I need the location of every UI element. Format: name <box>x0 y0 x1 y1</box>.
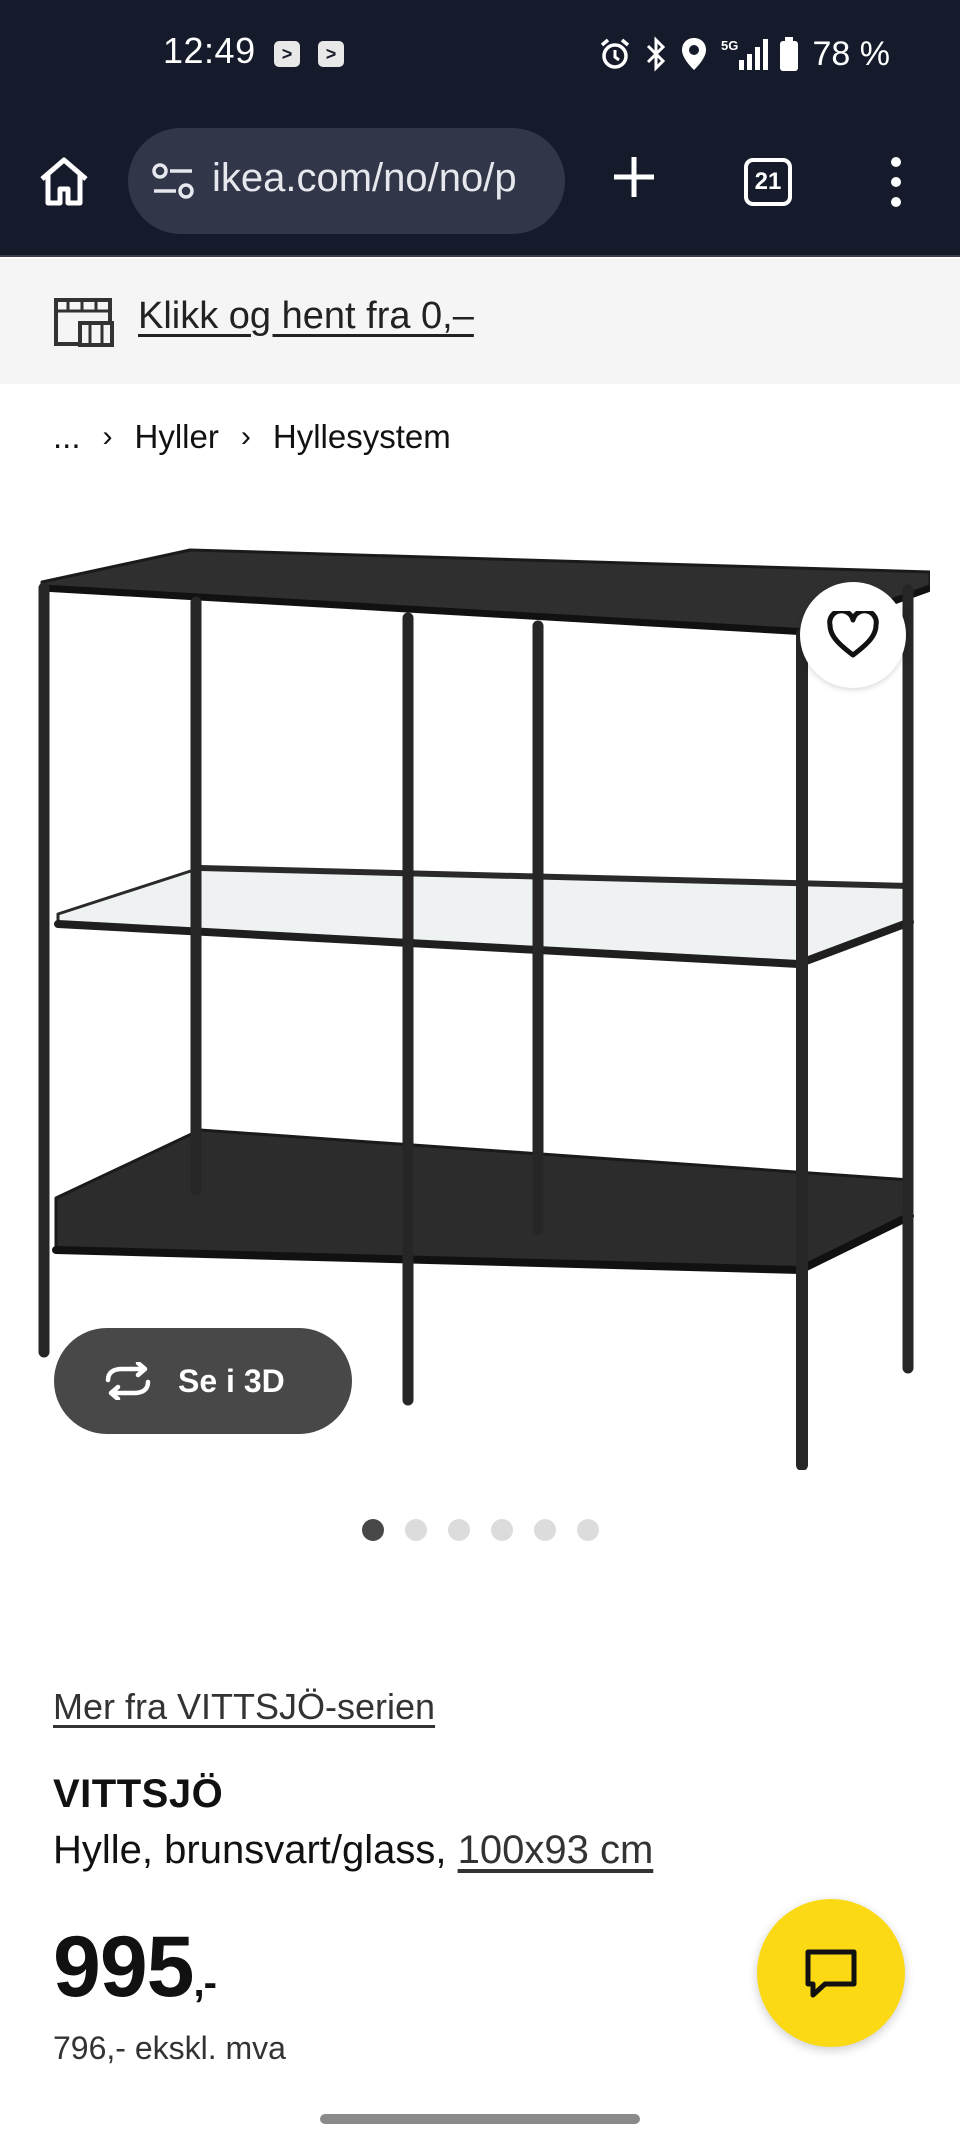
product-description: Hylle, brunsvart/glass, 100x93 cm <box>53 1828 653 1873</box>
signal-5g-icon: 5G <box>721 38 768 70</box>
series-link[interactable]: Mer fra VITTSJÖ-serien <box>53 1686 435 1728</box>
alarm-icon <box>600 38 629 69</box>
heart-icon <box>827 611 879 658</box>
carousel-dot[interactable] <box>405 1519 427 1541</box>
product-type: Hylle, brunsvart/glass, <box>53 1828 458 1872</box>
click-collect-link[interactable]: Klikk og hent fra 0,– <box>138 295 474 338</box>
url-text: ikea.com/no/no/p <box>212 156 517 200</box>
battery-icon <box>779 37 798 71</box>
product-name: VITTSJÖ <box>53 1772 224 1816</box>
product-price: 995,- <box>53 1918 217 2017</box>
carousel-dot[interactable] <box>577 1519 599 1541</box>
status-bar: 12:49 > > 5G 78 % <box>0 0 960 110</box>
price-suffix: ,- <box>193 1961 217 2005</box>
tab-switcher-button[interactable]: 21 <box>744 158 792 206</box>
chat-icon <box>805 1949 857 1998</box>
home-icon[interactable] <box>36 153 92 209</box>
carousel-dot-active[interactable] <box>362 1519 384 1541</box>
breadcrumb-item-hyllesystem[interactable]: Hyllesystem <box>273 418 451 456</box>
carousel-dot[interactable] <box>534 1519 556 1541</box>
status-time: 12:49 <box>163 30 256 71</box>
price-value: 995 <box>53 1919 194 2015</box>
carousel-dot[interactable] <box>491 1519 513 1541</box>
breadcrumb: ... › Hyller › Hyllesystem <box>53 418 451 456</box>
carousel-dot[interactable] <box>448 1519 470 1541</box>
rotate-3d-icon <box>105 1362 151 1400</box>
chat-button[interactable] <box>757 1899 905 2047</box>
url-bar[interactable]: ikea.com/no/no/p <box>128 128 565 234</box>
breadcrumb-ellipsis[interactable]: ... <box>53 418 81 456</box>
chevron-right-icon: › <box>240 420 251 453</box>
notification-icon: > <box>318 41 344 67</box>
svg-text:5G: 5G <box>721 38 738 53</box>
more-menu-icon[interactable] <box>884 155 908 209</box>
gesture-navigation-bar[interactable] <box>320 2114 640 2124</box>
size-link[interactable]: 100x93 cm <box>458 1828 654 1872</box>
battery-percent: 78 % <box>812 34 891 73</box>
notification-icon: > <box>274 41 300 67</box>
view-3d-button[interactable]: Se i 3D <box>54 1328 352 1434</box>
location-icon <box>681 38 706 70</box>
site-settings-icon[interactable] <box>150 163 196 199</box>
store-icon <box>54 298 114 347</box>
new-tab-icon[interactable] <box>610 153 658 201</box>
favorite-button[interactable] <box>800 582 906 688</box>
price-excl-vat: 796,- ekskl. mva <box>53 2030 286 2066</box>
breadcrumb-item-hyller[interactable]: Hyller <box>135 418 219 456</box>
browser-toolbar: ikea.com/no/no/p 21 <box>0 110 960 257</box>
chevron-right-icon: › <box>102 420 113 453</box>
image-carousel-indicator <box>362 1519 599 1541</box>
status-icons: 5G 78 % <box>597 32 891 76</box>
bluetooth-icon <box>646 36 665 72</box>
view-3d-label: Se i 3D <box>178 1362 285 1399</box>
click-collect-banner[interactable]: Klikk og hent fra 0,– <box>0 259 960 384</box>
